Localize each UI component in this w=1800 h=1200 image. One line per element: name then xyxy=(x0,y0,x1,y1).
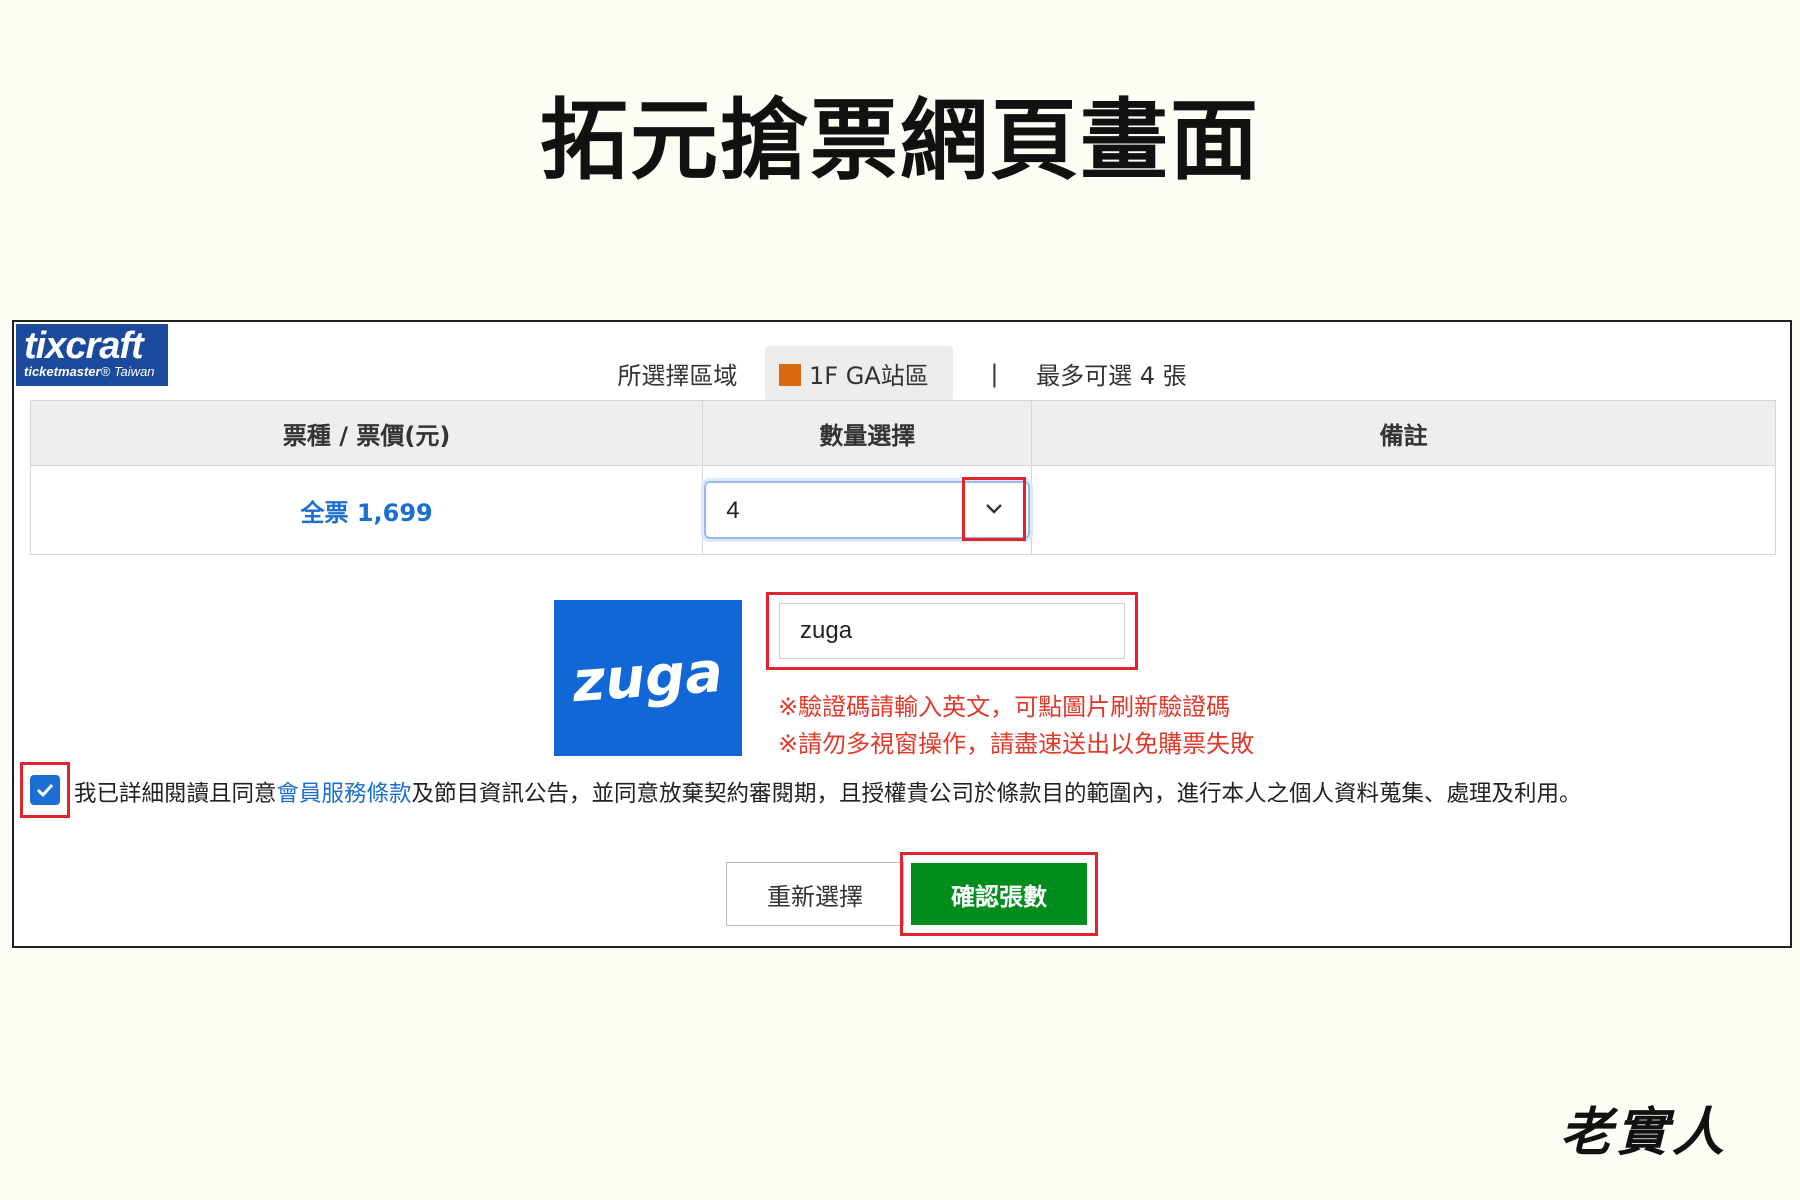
checkmark-icon xyxy=(36,783,54,798)
chevron-down-icon[interactable] xyxy=(962,477,1027,541)
agreement-prefix: 我已詳細閱讀且同意 xyxy=(74,781,277,807)
max-tickets-label: 最多可選 4 張 xyxy=(1036,362,1187,390)
agree-checkbox[interactable] xyxy=(30,775,60,805)
captcha-glyphs: zuga xyxy=(569,640,725,715)
note-cell xyxy=(1031,465,1776,555)
agreement-row: 我已詳細閱讀且同意會員服務條款及節目資訊公告，並同意放棄契約審閱期，且授權貴公司… xyxy=(18,762,1794,822)
multi-window-warning: ※請勿多視窗操作，請盡速送出以免購票失敗 xyxy=(778,730,1255,758)
ticket-table: 票種 / 票價(元) 數量選擇 備註 全票 1,699 4 xyxy=(29,400,1776,555)
area-label: 所選擇區域 xyxy=(617,362,738,390)
quantity-select[interactable]: 4 xyxy=(704,477,1031,541)
confirm-quantity-button[interactable]: 確認張數 xyxy=(911,863,1087,925)
member-terms-link[interactable]: 會員服務條款 xyxy=(277,781,412,807)
agreement-text: 我已詳細閱讀且同意會員服務條款及節目資訊公告，並同意放棄契約審閱期，且授權貴公司… xyxy=(74,776,1582,808)
quantity-value: 4 xyxy=(726,497,740,524)
header-ticket-type: 票種 / 票價(元) xyxy=(29,400,704,466)
table-header-row: 票種 / 票價(元) 數量選擇 備註 xyxy=(29,400,1776,466)
quantity-cell: 4 xyxy=(702,465,1033,555)
captcha-input[interactable] xyxy=(779,603,1125,659)
area-badge: 1F GA站區 xyxy=(765,346,953,401)
captcha-text-art: zuga xyxy=(569,640,725,715)
agreement-suffix: 及節目資訊公告，並同意放棄契約審閱期，且授權貴公司於條款目的範圍內，進行本人之個… xyxy=(411,781,1582,807)
reset-button[interactable]: 重新選擇 xyxy=(726,862,904,926)
header-note: 備註 xyxy=(1031,400,1776,466)
signature: 老實人 xyxy=(1560,1102,1729,1163)
area-summary: 所選擇區域 1F GA站區 | 最多可選 4 張 xyxy=(14,346,1790,401)
agree-checkbox-highlight xyxy=(20,762,70,818)
captcha-image[interactable]: zuga xyxy=(554,600,742,756)
ticket-panel: tixcraft ticketmaster® Taiwan 所選擇區域 1F G… xyxy=(12,320,1792,948)
captcha-notice: ※驗證碼請輸入英文，可點圖片刷新驗證碼 xyxy=(778,693,1231,721)
page-title: 拓元搶票網頁畫面 xyxy=(539,89,1260,192)
ticket-price: 全票 1,699 xyxy=(29,465,704,555)
table-row: 全票 1,699 4 xyxy=(29,465,1776,555)
zone-color-swatch xyxy=(779,364,801,386)
header-quantity: 數量選擇 xyxy=(702,400,1033,466)
zone-name: 1F GA站區 xyxy=(809,362,929,390)
separator: | xyxy=(990,359,999,388)
captcha-input-highlight xyxy=(766,592,1138,670)
confirm-button-highlight: 確認張數 xyxy=(900,852,1098,936)
